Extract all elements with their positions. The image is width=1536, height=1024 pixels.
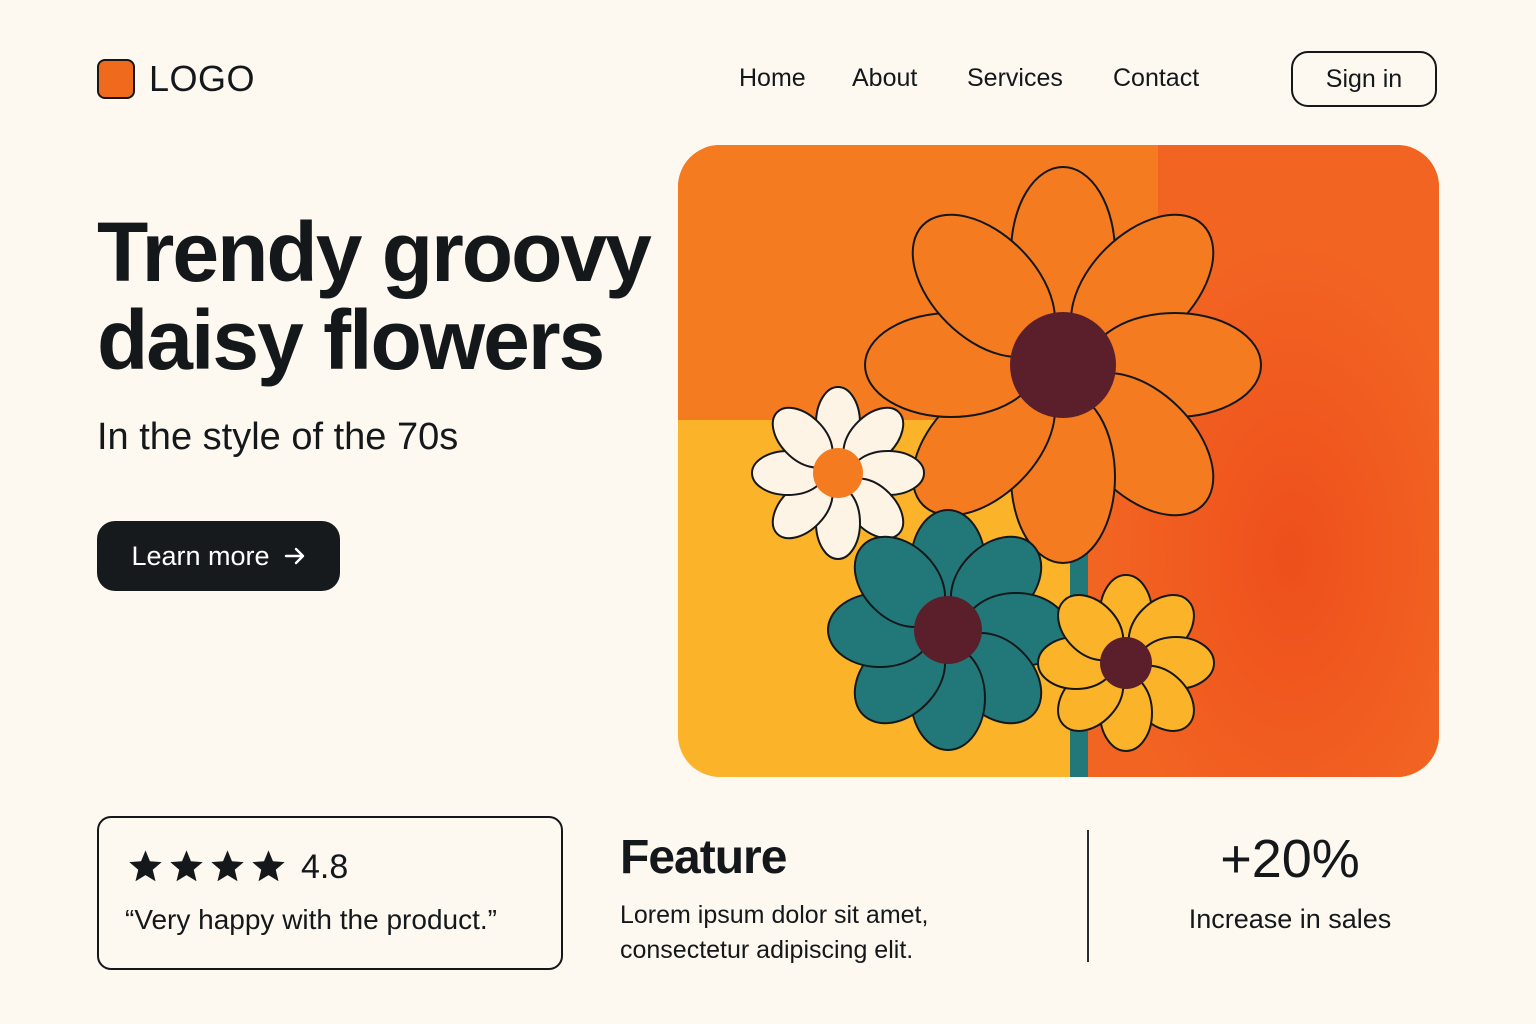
nav-link-services[interactable]: Services (967, 64, 1063, 93)
hero-title-line-2: daisy flowers (97, 293, 605, 387)
feature-description: Lorem ipsum dolor sit amet, consectetur … (620, 898, 1020, 968)
nav-link-about[interactable]: About (852, 64, 917, 93)
logo-text: LOGO (149, 58, 256, 99)
review-card: 4.8 “Very happy with the product.” (97, 816, 563, 970)
teal-daisy (827, 509, 1069, 751)
review-quote: “Very happy with the product.” (125, 904, 497, 935)
nav-link-home[interactable]: Home (739, 64, 806, 93)
stat-value: +20% (1220, 829, 1360, 889)
logo[interactable]: LOGO (97, 58, 255, 100)
yellow-daisy (1037, 574, 1215, 752)
feature-text-line-1: Lorem ipsum dolor sit amet, (620, 901, 929, 929)
learn-more-button[interactable]: Learn more (97, 521, 340, 591)
rating-value: 4.8 (301, 848, 349, 886)
star-icon (211, 850, 244, 882)
divider (1087, 830, 1089, 962)
hero-illustration (678, 145, 1439, 777)
orange-daisy (864, 166, 1262, 564)
star-icon (252, 850, 285, 882)
star-icon (170, 850, 203, 882)
nav-link-contact[interactable]: Contact (1113, 64, 1199, 93)
hero-title: Trendy groovy daisy flowers (97, 208, 677, 384)
logo-mark-icon (97, 59, 135, 99)
arrow-right-icon (284, 547, 304, 565)
star-rating (127, 848, 287, 885)
sign-in-button[interactable]: Sign in (1291, 51, 1437, 107)
landing-page: LOGO Home About Services Contact Sign in… (0, 0, 1536, 1024)
star-icon (129, 850, 162, 882)
learn-more-label: Learn more (131, 540, 270, 571)
feature-text-line-2: consectetur adipiscing elit. (620, 936, 914, 964)
hero-title-line-1: Trendy groovy (97, 205, 652, 299)
stat-label: Increase in sales (1188, 904, 1392, 934)
hero-subtitle: In the style of the 70s (97, 416, 459, 458)
white-daisy (751, 386, 925, 560)
feature-title: Feature (620, 831, 787, 884)
